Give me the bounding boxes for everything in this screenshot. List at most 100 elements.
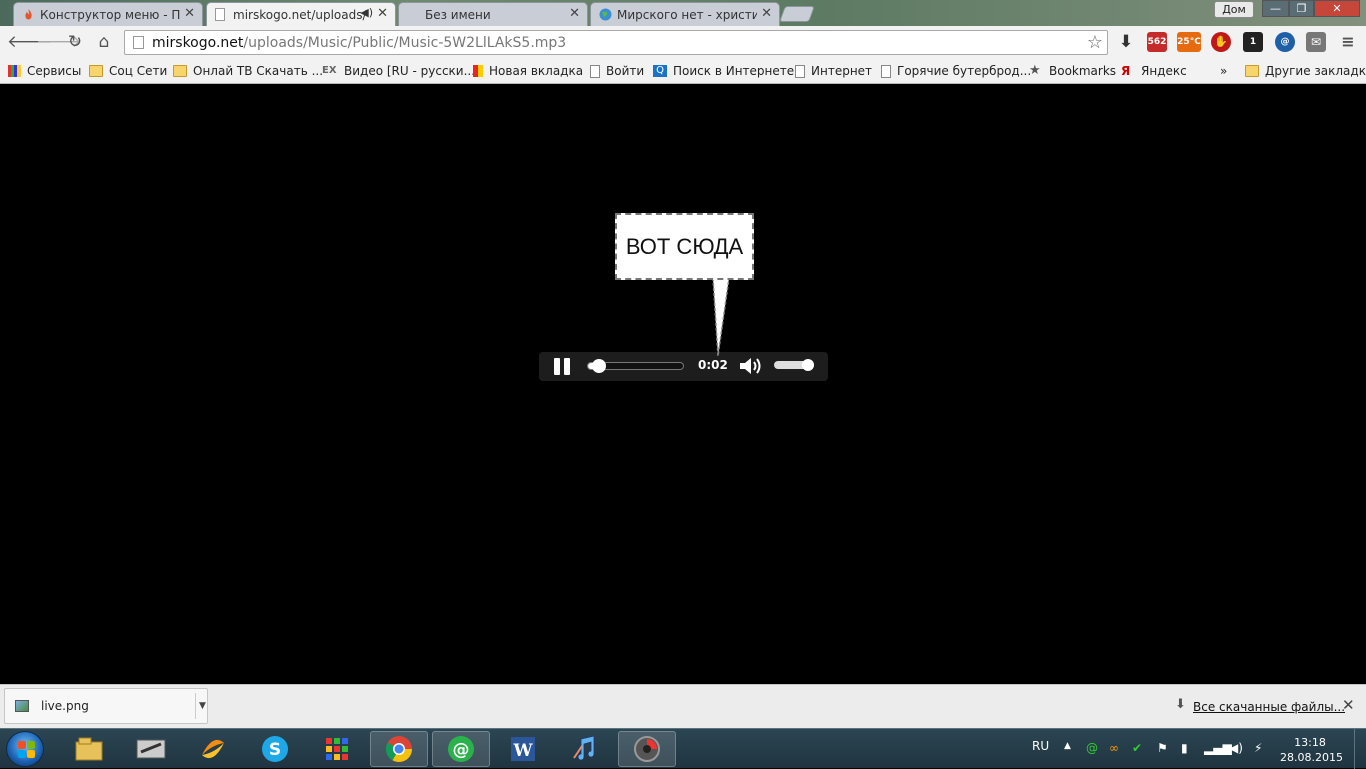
folder-icon (1245, 65, 1259, 77)
volume-tray-icon[interactable]: ◀) (1229, 741, 1243, 755)
home-icon[interactable]: ⌂ (94, 32, 114, 52)
bookmark-services[interactable]: Сервисы (8, 62, 81, 80)
word-icon[interactable]: W (494, 731, 552, 767)
page-icon (133, 36, 144, 49)
flag-tray-icon[interactable]: ⚑ (1157, 741, 1168, 755)
bookmarks-overflow[interactable]: » (1220, 62, 1227, 80)
seek-slider[interactable] (587, 359, 684, 373)
bookmark-bookmarks[interactable]: ★ Bookmarks (1029, 62, 1116, 80)
globe-icon (599, 8, 612, 21)
download-item[interactable]: live.png ▼ (4, 688, 208, 724)
reload-icon[interactable]: ↻ (65, 32, 85, 52)
tab-mirskogo[interactable]: Мирского нет - христиан ✕ (590, 2, 780, 26)
adblock-icon[interactable]: ✋ (1211, 32, 1231, 52)
bookmarks-bar: Сервисы Соц Сети Онлай ТВ Скачать ... EX… (0, 58, 1366, 84)
apps-grid-icon[interactable] (308, 731, 366, 767)
callout-text: ВОТ СЮДА (625, 233, 744, 259)
download-icon[interactable]: ⬇ (1116, 32, 1136, 52)
close-icon[interactable]: ✕ (377, 6, 388, 21)
fan-tray-icon[interactable]: ∞ (1109, 741, 1119, 755)
mail-agent-icon[interactable]: @ (1275, 32, 1295, 52)
svg-text:S: S (269, 740, 281, 760)
star-icon: ★ (1029, 63, 1041, 78)
scanner-icon[interactable] (122, 731, 180, 767)
apps-icon (8, 65, 21, 77)
tab-title: Конструктор меню - Пан (40, 7, 180, 22)
bookmark-login[interactable]: Войти (590, 62, 644, 80)
music-icon[interactable] (556, 731, 614, 767)
volume-slider[interactable] (774, 359, 814, 371)
close-icon[interactable]: ✕ (184, 6, 195, 21)
chrome-icon[interactable] (370, 731, 428, 767)
badge-ext-icon[interactable]: 562 (1147, 32, 1167, 52)
volume-icon[interactable] (738, 355, 764, 377)
download-filename: live.png (41, 699, 89, 713)
windows-logo-part (18, 750, 26, 758)
close-icon[interactable]: ✕ (761, 6, 772, 21)
menu-icon[interactable]: ≡ (1338, 32, 1358, 52)
battery-tray-icon[interactable]: ▮ (1181, 741, 1188, 755)
address-bar[interactable]: mirskogo.net/uploads/Music/Public/Music-… (124, 30, 1108, 55)
folder-icon (89, 65, 103, 77)
new-tab-button[interactable] (779, 6, 815, 22)
tab-title: Без имени (425, 7, 491, 22)
mail-agent-tray-icon[interactable]: @ (1086, 741, 1098, 755)
bookmark-video[interactable]: EX Видео [RU - русски... (322, 62, 475, 80)
svg-text:W: W (512, 741, 533, 761)
bookmark-folder[interactable]: Онлай ТВ Скачать ... (173, 62, 323, 80)
network-tray-icon[interactable]: ▂▄▆ (1204, 741, 1232, 755)
tab-mp3[interactable]: mirskogo.net/uploads/ ◀) ✕ (206, 2, 396, 26)
tray-expand-icon[interactable]: ▲ (1064, 741, 1071, 751)
url-text: mirskogo.net/uploads/Music/Public/Music-… (152, 34, 567, 51)
sync-tray-icon[interactable]: ✔ (1132, 741, 1142, 755)
mail-icon[interactable]: ✉ (1306, 32, 1326, 52)
seek-handle[interactable] (591, 359, 606, 373)
back-icon[interactable]: 🡐 (7, 32, 53, 52)
start-button[interactable] (6, 731, 44, 767)
notifications-icon[interactable]: 1 (1243, 32, 1263, 52)
star-icon[interactable]: ☆ (1087, 32, 1103, 53)
minimize-button[interactable]: — (1262, 0, 1289, 17)
forward-icon[interactable]: 🡒 (36, 32, 82, 52)
mail-agent-icon[interactable]: @ (432, 731, 490, 767)
bookmark-yandex[interactable]: Я Яндекс (1121, 62, 1187, 80)
tab-untitled[interactable]: Без имени ✕ (398, 2, 588, 26)
tab-title: mirskogo.net/uploads/ (233, 7, 367, 22)
bookmark-other[interactable]: Другие закладки (1245, 62, 1366, 80)
callout-pointer (712, 278, 730, 357)
record-icon[interactable] (618, 731, 676, 767)
windows-logo-part (27, 750, 35, 758)
bookmark-new-tab[interactable]: Новая вкладка (473, 62, 583, 80)
download-shelf: live.png ▼ ⬇ Все скачанные файлы... ✕ (0, 684, 1366, 728)
close-icon[interactable]: ✕ (569, 6, 580, 21)
maximize-button[interactable]: ❐ (1289, 0, 1314, 17)
bookmark-search[interactable]: Q Поиск в Интернете (653, 62, 794, 80)
profile-button[interactable]: Дом (1214, 1, 1254, 18)
speaker-icon: ◀) (360, 6, 373, 19)
close-icon[interactable]: ✕ (1342, 696, 1355, 714)
taskbar: S @ W RU ▲ @ ∞ ✔ ⚑ ▮ ▂▄▆ ◀) ⚡ 13:18 28.0… (0, 728, 1366, 769)
folder-icon (173, 65, 187, 77)
skype-icon[interactable]: S (246, 731, 304, 767)
show-all-downloads-link[interactable]: Все скачанные файлы... (1193, 700, 1345, 714)
window-close-button[interactable]: ✕ (1314, 0, 1360, 17)
tab-menu-constructor[interactable]: Конструктор меню - Пан ✕ (13, 2, 203, 26)
page-content (0, 85, 1366, 684)
flag-icon (473, 65, 483, 77)
bookmark-sandwiches[interactable]: Горячие бутерброд... (881, 62, 1031, 80)
windows-logo-part (18, 741, 26, 749)
chevron-down-icon[interactable]: ▼ (195, 693, 206, 719)
language-indicator[interactable]: RU (1032, 739, 1049, 753)
page-icon (795, 64, 805, 78)
explorer-icon[interactable] (60, 731, 118, 767)
fan-icon[interactable] (184, 731, 242, 767)
system-clock[interactable]: 13:18 28.08.2015 (1280, 735, 1343, 765)
bookmark-folder[interactable]: Соц Сети (89, 62, 167, 80)
pause-button[interactable] (554, 358, 571, 375)
bookmark-internet[interactable]: Интернет (795, 62, 872, 80)
weather-icon[interactable]: 25°C (1177, 32, 1201, 52)
antivirus-tray-icon[interactable]: ⚡ (1254, 741, 1262, 755)
show-desktop-button[interactable] (1354, 729, 1366, 769)
page-icon (215, 8, 225, 21)
volume-handle[interactable] (802, 359, 814, 371)
